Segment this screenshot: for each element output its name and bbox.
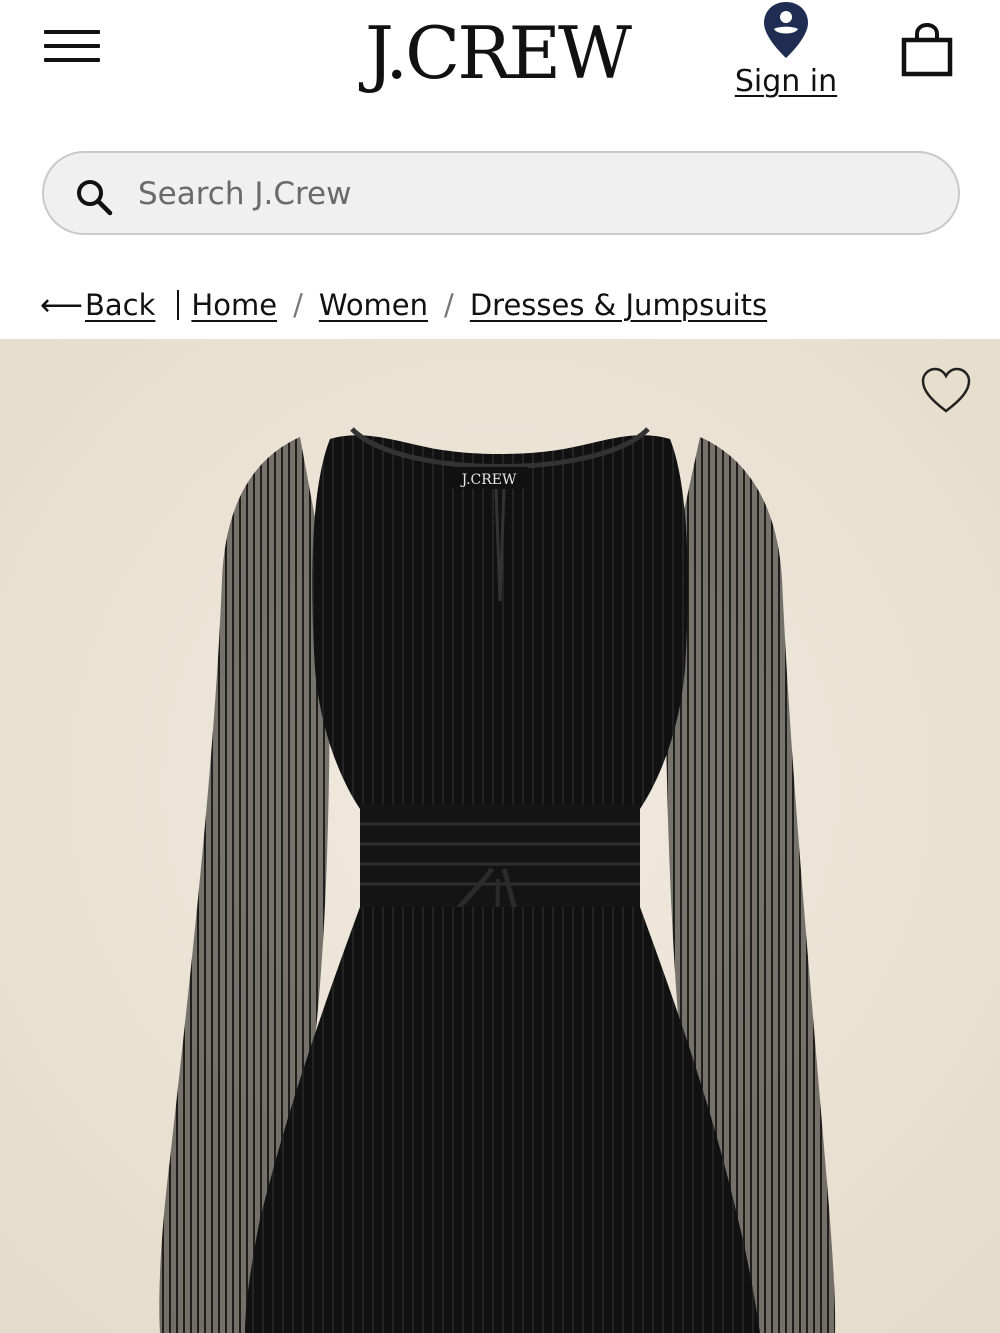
- breadcrumb: ⟵ Back Home / Women / Dresses & Jumpsuit…: [40, 280, 767, 330]
- breadcrumb-divider: [177, 290, 180, 320]
- black-dress-image: J.CREW: [0, 339, 1000, 1333]
- menu-line: [44, 30, 100, 34]
- breadcrumb-separator: /: [444, 288, 454, 322]
- location-pin-user-icon: [764, 2, 808, 58]
- search-bar: [42, 151, 960, 235]
- menu-line: [44, 58, 100, 62]
- product-image[interactable]: J.CREW: [0, 339, 1000, 1333]
- sign-in-link[interactable]: Sign in: [730, 0, 842, 110]
- breadcrumb-women[interactable]: Women: [319, 288, 428, 322]
- dress-label-text: J.CREW: [460, 472, 517, 488]
- breadcrumb-home[interactable]: Home: [191, 288, 277, 322]
- menu-line: [44, 44, 100, 48]
- favorite-heart-icon[interactable]: [920, 367, 972, 415]
- shopping-bag-icon[interactable]: [898, 22, 956, 80]
- jcrew-logo[interactable]: J.CREW: [352, 8, 642, 98]
- site-header: J.CREW Sign in: [0, 0, 1000, 130]
- sign-in-label[interactable]: Sign in: [730, 64, 842, 99]
- breadcrumb-dresses-jumpsuits[interactable]: Dresses & Jumpsuits: [470, 288, 767, 322]
- search-icon[interactable]: [74, 177, 114, 217]
- back-arrow-icon[interactable]: ⟵: [40, 288, 83, 323]
- back-link[interactable]: Back: [85, 288, 155, 322]
- breadcrumb-separator: /: [293, 288, 303, 322]
- search-input[interactable]: [136, 165, 920, 223]
- hamburger-menu-icon[interactable]: [44, 28, 102, 66]
